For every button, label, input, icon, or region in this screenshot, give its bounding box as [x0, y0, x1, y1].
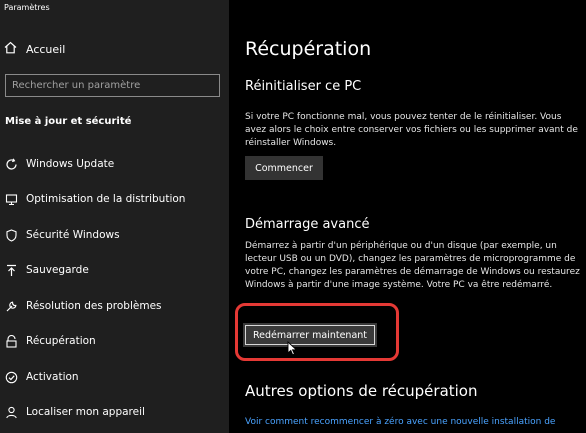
backup-arrow-icon	[4, 263, 18, 277]
sidebar-item-label: Localiser mon appareil	[26, 406, 145, 418]
page-title: Récupération	[245, 38, 372, 60]
recovery-icon	[4, 334, 18, 348]
reset-heading: Réinitialiser ce PC	[245, 79, 362, 94]
delivery-optimization-icon	[4, 192, 18, 206]
wrench-icon	[4, 299, 18, 313]
start-reset-button[interactable]: Commencer	[245, 156, 323, 180]
sidebar-item-label: Windows Update	[26, 158, 115, 170]
shield-icon	[4, 228, 18, 242]
sidebar-item-windows-update[interactable]: Windows Update	[4, 157, 114, 171]
search-placeholder: Rechercher un paramètre	[12, 80, 141, 91]
sidebar-item-troubleshoot[interactable]: Résolution des problèmes	[4, 299, 162, 313]
sidebar-item-recovery[interactable]: Récupération	[4, 334, 96, 348]
advanced-startup-heading: Démarrage avancé	[245, 217, 370, 232]
sidebar-item-activation[interactable]: Activation	[4, 370, 79, 384]
clean-install-link[interactable]: Voir comment recommencer à zéro avec une…	[245, 417, 555, 427]
sidebar-item-find-my-device[interactable]: Localiser mon appareil	[4, 405, 145, 419]
reset-description: Si votre PC fonctionne mal, vous pouvez …	[245, 112, 578, 148]
sidebar-item-label: Activation	[26, 371, 79, 383]
section-title: Mise à jour et sécurité	[5, 116, 132, 127]
sidebar: Paramètres Accueil Rechercher un paramèt…	[0, 0, 229, 433]
sidebar-item-label: Sauvegarde	[26, 264, 89, 276]
sidebar-item-label: Sécurité Windows	[26, 229, 120, 241]
main-content: Récupération Réinitialiser ce PC Si votr…	[229, 0, 586, 433]
mouse-cursor-icon	[287, 340, 298, 360]
sidebar-item-label: Résolution des problèmes	[26, 300, 162, 312]
restart-now-button[interactable]: Redémarrer maintenant	[243, 323, 377, 347]
settings-window: Paramètres Accueil Rechercher un paramèt…	[0, 0, 586, 433]
sidebar-item-label: Optimisation de la distribution	[26, 193, 186, 205]
sidebar-item-delivery-optimization[interactable]: Optimisation de la distribution	[4, 192, 185, 206]
search-input[interactable]: Rechercher un paramètre	[5, 74, 220, 97]
home-icon	[4, 41, 26, 57]
other-options-heading: Autres options de récupération	[245, 382, 478, 400]
sidebar-item-backup[interactable]: Sauvegarde	[4, 263, 89, 277]
person-location-icon	[4, 405, 18, 419]
check-circle-icon	[4, 370, 18, 384]
window-title: Paramètres	[4, 3, 50, 12]
refresh-icon	[4, 157, 18, 171]
advanced-startup-description: Démarrez à partir d'un périphérique ou d…	[245, 241, 580, 290]
sidebar-item-home[interactable]: Accueil	[4, 41, 65, 57]
sidebar-item-windows-security[interactable]: Sécurité Windows	[4, 228, 120, 242]
sidebar-item-label: Récupération	[26, 335, 96, 347]
home-label: Accueil	[26, 42, 66, 56]
